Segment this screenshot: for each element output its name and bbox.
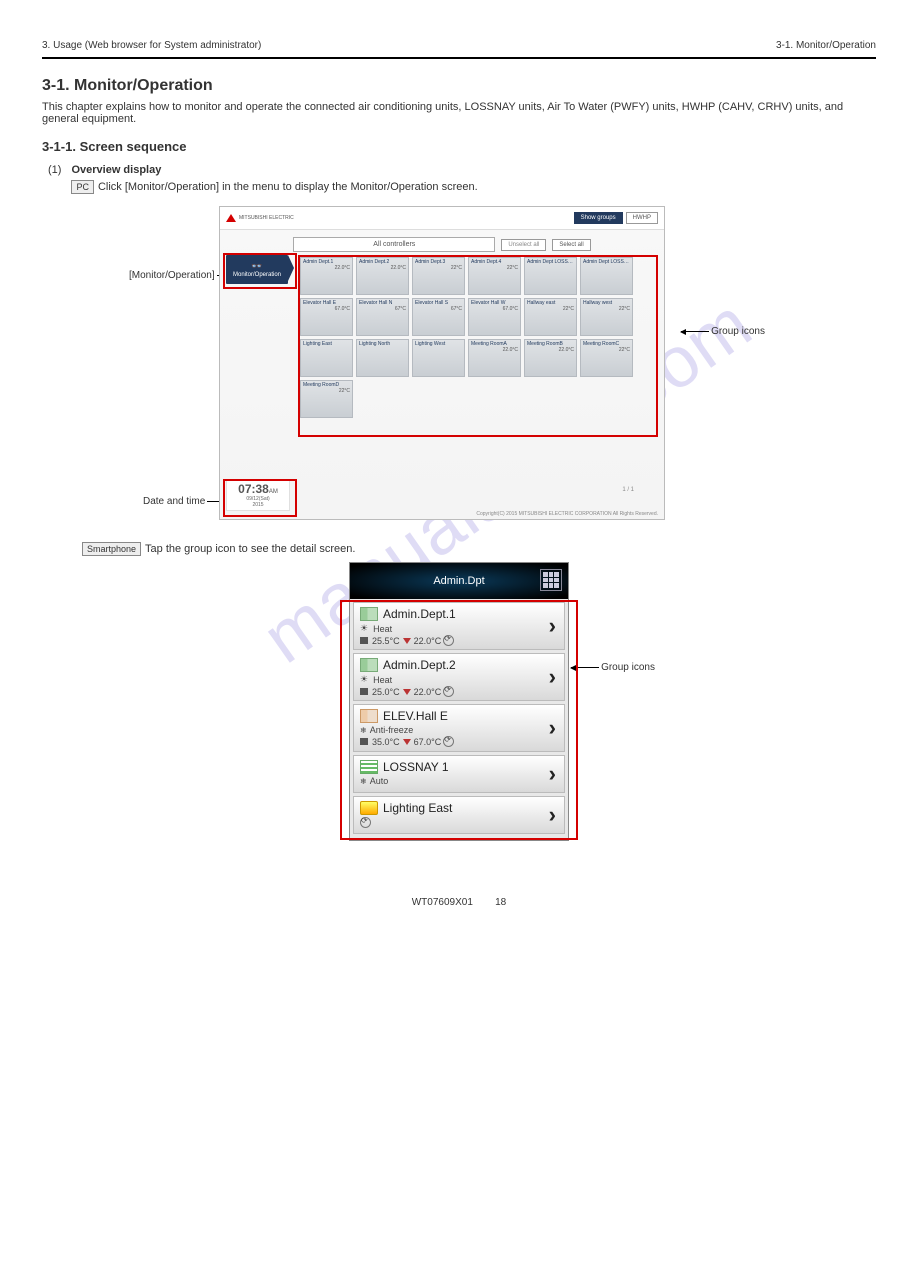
arrow-icon: [681, 331, 709, 332]
footer: WT07609X01 18: [0, 897, 918, 908]
page-indicator: 1 / 1: [622, 487, 634, 493]
divider: [42, 57, 876, 59]
phone-header: Admin.Dpt: [350, 563, 568, 599]
hwhp-button[interactable]: HWHP: [626, 212, 658, 224]
step-block: (1) Overview display PC Click [Monitor/O…: [42, 160, 484, 198]
grid-view-button[interactable]: [540, 569, 562, 591]
callout-monitor-op: [Monitor/Operation]: [129, 270, 215, 281]
highlight-box: [340, 600, 578, 840]
select-all-button[interactable]: Select all: [552, 239, 590, 251]
highlight-box: [298, 255, 658, 437]
highlight-box: [223, 253, 297, 289]
step-title: Overview display: [71, 164, 477, 176]
pc-badge: PC: [71, 180, 94, 194]
callout-group-icons: Group icons: [601, 662, 655, 673]
brand-logo: MITSUBISHI ELECTRIC: [226, 214, 294, 222]
callout-group-icons: Group icons: [711, 326, 765, 337]
smartphone-badge: Smartphone: [82, 542, 141, 556]
show-groups-button[interactable]: Show groups: [574, 212, 623, 224]
phone-screenshot: Admin.Dpt Admin.Dept.1Heat25.5°C 22.0°C …: [349, 562, 569, 841]
pc-figure: [Monitor/Operation] Date and time Group …: [219, 206, 699, 520]
logo-icon: [226, 214, 236, 222]
phone-figure: Group icons Admin.Dpt Admin.Dept.1Heat25…: [339, 562, 579, 841]
controller-dropdown[interactable]: All controllers: [293, 237, 495, 252]
copyright: Copyright(C) 2015 MITSUBISHI ELECTRIC CO…: [476, 511, 658, 517]
subsection-title: 3-1-1. Screen sequence: [42, 139, 876, 154]
section-intro: This chapter explains how to monitor and…: [42, 101, 876, 125]
header-right: 3-1. Monitor/Operation: [776, 40, 876, 51]
running-header: 3. Usage (Web browser for System adminis…: [42, 40, 876, 51]
highlight-box: [223, 479, 297, 517]
unselect-all-button[interactable]: Unselect all: [501, 239, 546, 251]
section-title: 3-1. Monitor/Operation: [42, 77, 876, 95]
step-number: (1): [44, 162, 65, 196]
pc-screenshot: MITSUBISHI ELECTRIC Show groups HWHP Con…: [219, 206, 665, 520]
step-desc-pc: Click [Monitor/Operation] in the menu to…: [98, 181, 478, 193]
step-desc-smartphone: Tap the group icon to see the detail scr…: [145, 543, 355, 555]
header-left: 3. Usage (Web browser for System adminis…: [42, 40, 261, 51]
callout-datetime: Date and time: [143, 496, 205, 507]
